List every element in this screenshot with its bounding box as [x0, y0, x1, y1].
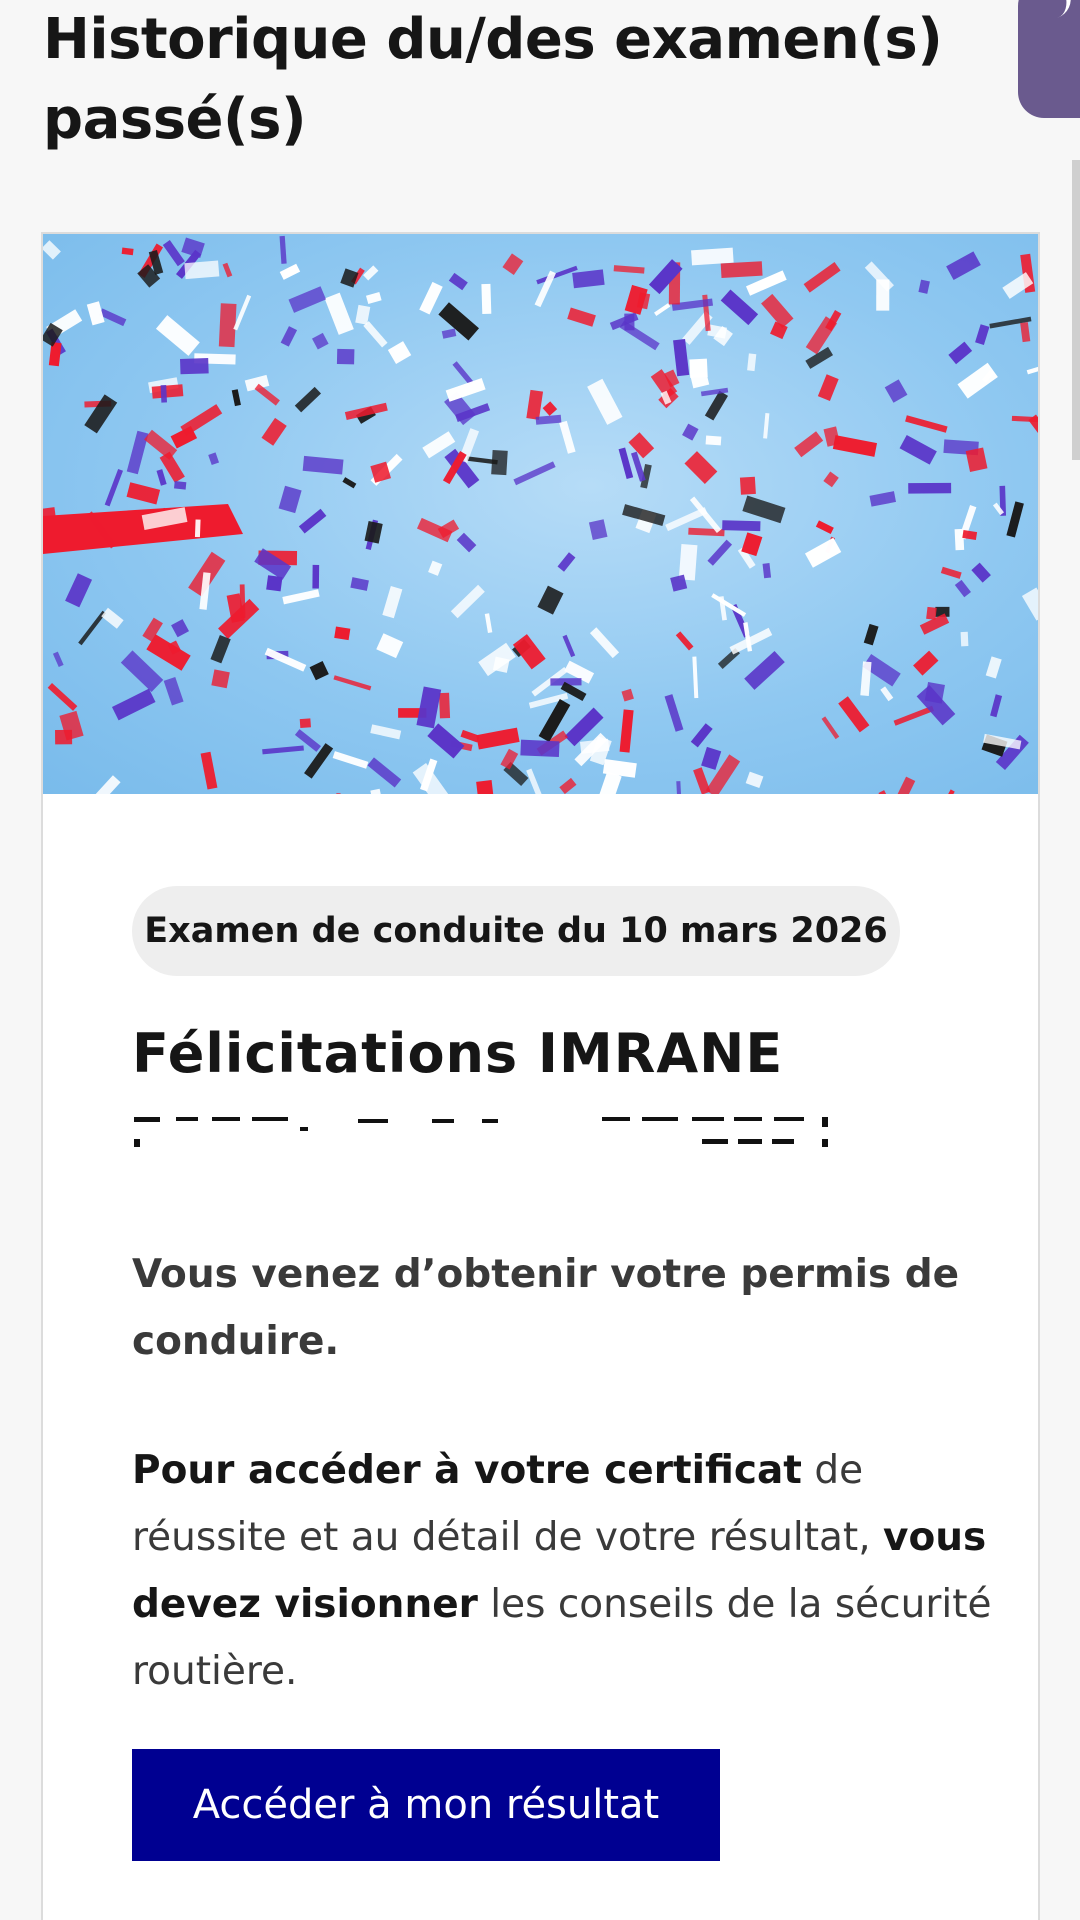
- result-card: Examen de conduite du 10 mars 2026 Félic…: [41, 232, 1040, 1920]
- scrollbar[interactable]: [1072, 160, 1080, 460]
- congrats-heading: Félicitations IMRANE: [132, 1022, 784, 1085]
- access-result-button[interactable]: Accéder à mon résultat: [132, 1749, 720, 1861]
- confetti-image: [43, 234, 1038, 794]
- success-message: Vous venez d’obtenir votre permis de con…: [132, 1252, 960, 1364]
- page: Historique du/des examen(s) passé(s) Exa…: [0, 0, 1080, 1920]
- instructions-bold-1: Pour accéder à votre certificat: [132, 1448, 802, 1493]
- page-title: Historique du/des examen(s) passé(s): [43, 7, 943, 152]
- confetti-illustration: [43, 235, 1038, 794]
- instructions-text: Pour accéder à votre certificat de réuss…: [132, 1437, 992, 1705]
- exam-date-tag: Examen de conduite du 10 mars 2026: [132, 886, 900, 976]
- side-tab-button[interactable]: [1018, 0, 1080, 118]
- scrollbar-thumb[interactable]: [1072, 160, 1080, 460]
- redacted-name: [134, 1117, 828, 1147]
- tab-glyph-icon: [1043, 0, 1077, 20]
